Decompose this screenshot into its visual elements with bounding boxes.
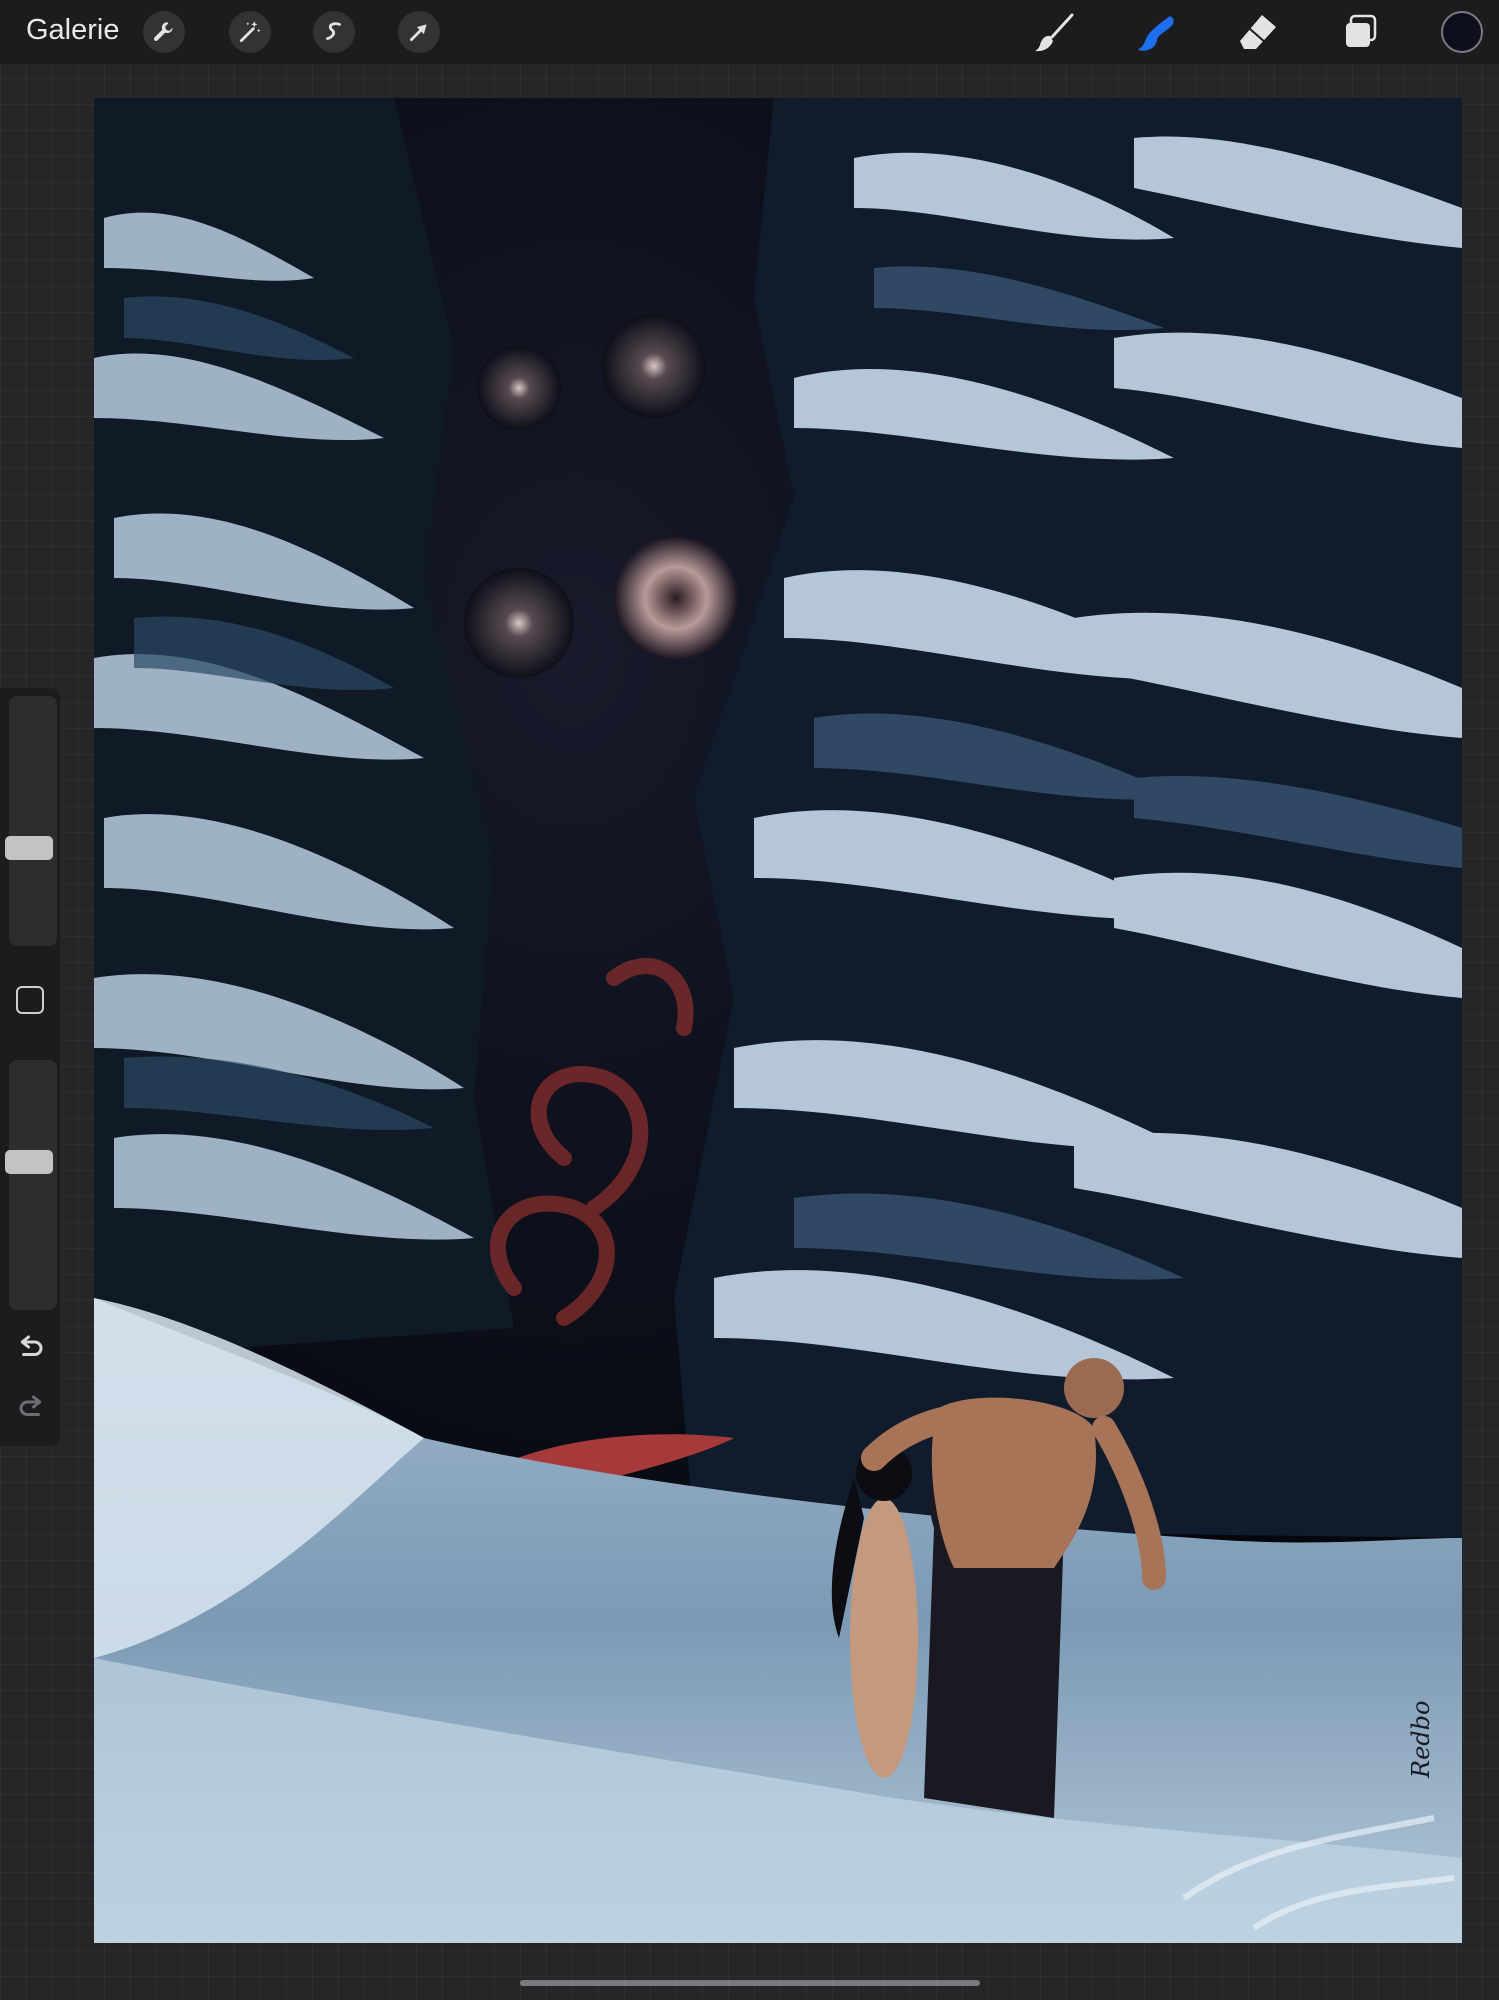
- redo-button[interactable]: [14, 1390, 48, 1424]
- redo-arrow-icon: [19, 1395, 42, 1416]
- magic-wand-icon: [239, 21, 261, 43]
- brush-size-slider[interactable]: [5, 696, 57, 946]
- gallery-button[interactable]: Galerie: [26, 14, 120, 47]
- brush-opacity-thumb[interactable]: [5, 1150, 53, 1174]
- brush-size-thumb[interactable]: [5, 836, 53, 860]
- layers-button[interactable]: [1336, 8, 1386, 58]
- right-pine-trees: [674, 98, 1462, 1538]
- selection-button[interactable]: [313, 11, 355, 53]
- smudge-tool-button[interactable]: [1131, 8, 1181, 58]
- transform-arrow-icon: [410, 24, 427, 41]
- modify-button[interactable]: [16, 986, 44, 1014]
- brush-icon: [1035, 13, 1074, 52]
- artwork-painting: Redbo: [94, 98, 1462, 1943]
- transform-button[interactable]: [398, 11, 440, 53]
- color-picker-button[interactable]: [1441, 11, 1483, 53]
- eraser-icon: [1240, 15, 1276, 49]
- top-toolbar: Galerie: [0, 0, 1499, 64]
- actions-button[interactable]: [143, 11, 185, 53]
- brush-opacity-slider[interactable]: [5, 1060, 57, 1310]
- layers-icon: [1346, 14, 1377, 47]
- drawing-canvas[interactable]: Redbo: [94, 98, 1462, 1943]
- brush-sidebar: [0, 688, 60, 1446]
- selection-s-icon: [326, 22, 341, 40]
- undo-arrow-icon: [20, 1335, 43, 1356]
- artist-signature: Redbo: [1407, 1701, 1435, 1779]
- eraser-tool-button[interactable]: [1233, 8, 1283, 58]
- adjustments-button[interactable]: [229, 11, 271, 53]
- undo-button[interactable]: [14, 1330, 48, 1364]
- brush-tool-button[interactable]: [1029, 8, 1079, 58]
- wrench-icon: [153, 22, 173, 41]
- smudge-icon: [1138, 16, 1174, 51]
- home-indicator[interactable]: [520, 1980, 980, 1986]
